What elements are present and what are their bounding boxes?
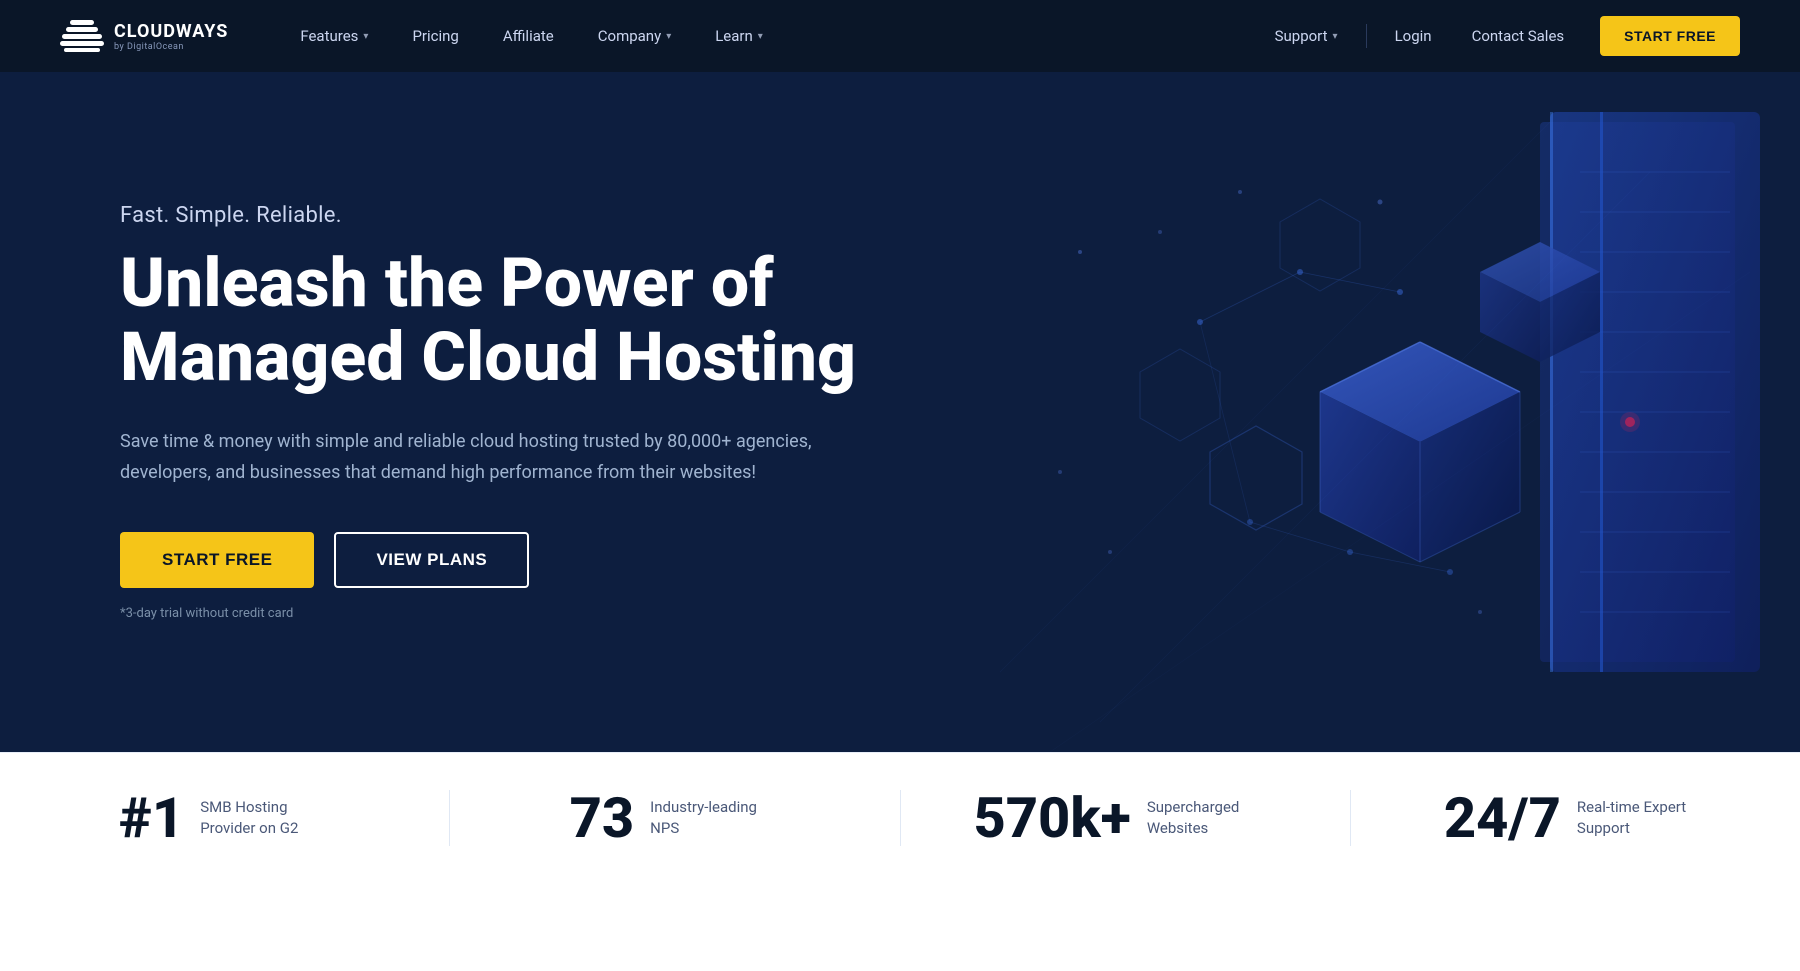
stat-item-1: #1 SMB Hosting Provider on G2 (0, 790, 450, 846)
stat-desc-2: Industry-leading NPS (650, 797, 780, 839)
nav-links: Features ▾ Pricing Affiliate Company ▾ L… (278, 0, 1254, 72)
nav-right: Support ▾ Login Contact Sales START FREE (1255, 0, 1740, 72)
stats-section: #1 SMB Hosting Provider on G2 73 Industr… (0, 752, 1800, 882)
nav-item-pricing[interactable]: Pricing (390, 0, 480, 72)
nav-item-features[interactable]: Features ▾ (278, 0, 390, 72)
hero-start-free-button[interactable]: START FREE (120, 532, 314, 588)
chevron-down-icon: ▾ (666, 31, 671, 42)
hero-content: Fast. Simple. Reliable. Unleash the Powe… (120, 203, 856, 622)
hero-view-plans-button[interactable]: VIEW PLANS (334, 532, 529, 588)
stat-number-2: 73 (570, 790, 635, 846)
stat-desc-4: Real-time Expert Support (1577, 797, 1707, 839)
nav-item-learn[interactable]: Learn ▾ (693, 0, 785, 72)
chevron-down-icon: ▾ (363, 31, 368, 42)
nav-item-login[interactable]: Login (1375, 0, 1452, 72)
brand-subtitle: by DigitalOcean (114, 42, 228, 52)
stat-item-2: 73 Industry-leading NPS (450, 790, 900, 846)
stat-item-3: 570k+ Supercharged Websites (901, 790, 1351, 846)
chevron-down-icon: ▾ (1333, 31, 1338, 42)
nav-item-affiliate[interactable]: Affiliate (481, 0, 576, 72)
logo-text: CLOUDWAYS by DigitalOcean (114, 21, 228, 52)
hero-title-line1: Unleash the Power of (120, 243, 774, 323)
brand-name: CLOUDWAYS (114, 21, 228, 42)
hero-illustration (900, 72, 1800, 752)
stat-item-4: 24/7 Real-time Expert Support (1351, 790, 1800, 846)
hero-description: Save time & money with simple and reliab… (120, 427, 840, 488)
chevron-down-icon: ▾ (758, 31, 763, 42)
stat-desc-1: SMB Hosting Provider on G2 (200, 797, 330, 839)
nav-features-label: Features (300, 27, 358, 45)
nav-pricing-label: Pricing (412, 27, 458, 45)
hero-trial-note: *3-day trial without credit card (120, 606, 856, 621)
nav-item-company[interactable]: Company ▾ (576, 0, 693, 72)
nav-contact-label: Contact Sales (1472, 27, 1565, 45)
nav-company-label: Company (598, 27, 661, 45)
nav-start-free-button[interactable]: START FREE (1600, 16, 1740, 56)
nav-divider (1366, 24, 1367, 48)
hero-tagline: Fast. Simple. Reliable. (120, 203, 856, 228)
nav-login-label: Login (1395, 27, 1432, 45)
nav-support-label: Support (1275, 27, 1328, 45)
stat-number-3: 570k+ (973, 790, 1130, 846)
logo-link[interactable]: CLOUDWAYS by DigitalOcean (60, 20, 228, 52)
nav-affiliate-label: Affiliate (503, 27, 554, 45)
nav-item-contact-sales[interactable]: Contact Sales (1452, 0, 1585, 72)
nav-learn-label: Learn (715, 27, 753, 45)
stat-number-4: 24/7 (1444, 790, 1561, 846)
stat-desc-3: Supercharged Websites (1147, 797, 1277, 839)
hero-title: Unleash the Power of Managed Cloud Hosti… (120, 246, 856, 396)
nav-item-support[interactable]: Support ▾ (1255, 0, 1358, 72)
hero-buttons: START FREE VIEW PLANS (120, 532, 856, 588)
navbar: CLOUDWAYS by DigitalOcean Features ▾ Pri… (0, 0, 1800, 72)
hero-title-line2: Managed Cloud Hosting (120, 317, 856, 397)
stat-number-1: #1 (119, 790, 184, 846)
cloudways-logo-icon (60, 20, 104, 52)
hero-section: Fast. Simple. Reliable. Unleash the Powe… (0, 72, 1800, 752)
